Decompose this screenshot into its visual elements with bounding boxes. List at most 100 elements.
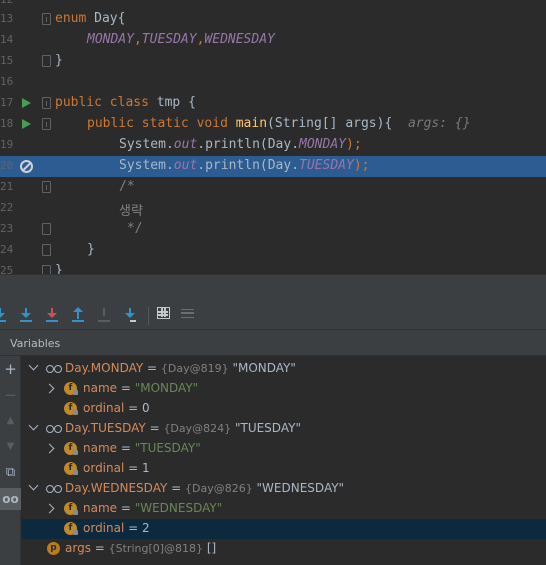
line-number: 18: [0, 117, 14, 130]
enum-constant-token: MONDAY: [299, 137, 346, 152]
code-token: System.: [119, 137, 174, 152]
fold-marker-icon[interactable]: [42, 181, 51, 193]
field-entry: name = "WEDNESDAY": [83, 501, 222, 515]
watch-glasses-icon: [46, 485, 62, 493]
expand-chevron-icon[interactable]: [28, 420, 39, 431]
field-value: 2: [142, 521, 150, 535]
run-class-icon[interactable]: [22, 98, 31, 108]
step-out-icon[interactable]: [70, 307, 86, 323]
fold-end-marker-icon[interactable]: [42, 55, 51, 67]
step-into-icon[interactable]: [18, 307, 34, 323]
field-row-selected[interactable]: f ordinal = 2: [22, 519, 546, 539]
add-watch-icon[interactable]: +: [0, 358, 21, 380]
lock-icon: [73, 530, 78, 535]
line-number: 13: [0, 12, 14, 25]
fold-marker-icon[interactable]: [42, 13, 51, 25]
punctuation-token: );: [346, 137, 362, 152]
code-token: (String[] args){: [267, 116, 393, 131]
line-number: 17: [0, 96, 14, 109]
lock-icon: [73, 450, 78, 455]
field-entry: name = "MONDAY": [83, 381, 198, 395]
remove-watch-icon[interactable]: −: [0, 384, 21, 406]
lock-icon: [73, 470, 78, 475]
expand-chevron-icon[interactable]: [28, 480, 39, 491]
line-number: 16: [0, 75, 14, 88]
show-watches-icon[interactable]: oo: [0, 488, 21, 510]
object-reference: {Day@824}: [163, 422, 232, 435]
code-text: public static void main(String[] args){ …: [87, 116, 471, 131]
keyword-token: enum: [55, 11, 87, 26]
watch-row[interactable]: Day.TUESDAY = {Day@824} "TUESDAY": [22, 419, 546, 439]
code-text: System.out.println(Day.MONDAY);: [119, 137, 362, 152]
field-value: "TUESDAY": [134, 441, 201, 455]
enum-constant-token: TUESDAY: [299, 158, 354, 173]
panel-divider[interactable]: [0, 274, 546, 302]
fold-end-marker-icon[interactable]: [42, 223, 51, 235]
run-to-cursor-icon[interactable]: [122, 307, 138, 323]
drop-frame-icon[interactable]: [96, 307, 112, 323]
keyword-token: public: [55, 95, 102, 110]
debugger-toolbar: [0, 302, 546, 329]
field-name: name: [83, 381, 118, 395]
line-number: 24: [0, 243, 14, 256]
line-number: 12: [0, 0, 13, 6]
field-name: ordinal: [83, 401, 125, 415]
line-number: 23: [0, 222, 14, 235]
field-row[interactable]: f name = "WEDNESDAY": [22, 499, 546, 519]
code-line: 18 public static void main(String[] args…: [0, 114, 546, 135]
code-text: enum Day{: [55, 11, 125, 26]
move-down-icon[interactable]: ▼: [0, 436, 21, 458]
breakpoint-disabled-icon[interactable]: [20, 160, 33, 173]
code-token: Day{: [86, 11, 126, 26]
field-entry: ordinal = 1: [83, 461, 150, 475]
copy-icon[interactable]: ⧉: [0, 462, 21, 484]
line-number: 14: [0, 33, 14, 46]
expand-chevron-icon[interactable]: [44, 503, 55, 514]
expand-chevron-icon[interactable]: [44, 443, 55, 454]
watch-row[interactable]: Day.MONDAY = {Day@819} "MONDAY": [22, 359, 546, 379]
expand-chevron-icon[interactable]: [28, 360, 39, 371]
run-main-icon[interactable]: [22, 119, 31, 129]
watch-entry: Day.TUESDAY = {Day@824} "TUESDAY": [65, 421, 301, 435]
line-number: 20: [0, 159, 14, 172]
field-row[interactable]: f name = "MONDAY": [22, 379, 546, 399]
inline-value-hint: args: {}: [407, 116, 471, 131]
code-text: }: [87, 242, 95, 257]
field-row[interactable]: f ordinal = 0: [22, 399, 546, 419]
field-row[interactable]: f name = "TUESDAY": [22, 439, 546, 459]
field-value: 0: [142, 401, 150, 415]
equals-sign: =: [117, 381, 135, 395]
fold-end-marker-icon[interactable]: [42, 265, 51, 274]
line-number: 22: [0, 201, 14, 214]
variables-tree: Day.MONDAY = {Day@819} "MONDAY" f name =…: [22, 357, 546, 565]
code-editor[interactable]: 12 13 enum Day{ 14 MONDAY,TUESDAY,WEDNES…: [0, 0, 546, 274]
equals-sign: =: [145, 421, 164, 435]
code-token: .println(Day.: [197, 137, 300, 152]
expand-chevron-icon[interactable]: [44, 383, 55, 394]
object-reference: {Day@826}: [185, 482, 253, 495]
move-up-icon[interactable]: ▲: [0, 410, 21, 432]
parameter-row[interactable]: p args = {String[0]@818} []: [22, 539, 546, 559]
fold-marker-icon[interactable]: [42, 97, 51, 109]
field-row[interactable]: f ordinal = 1: [22, 459, 546, 479]
variable-value: "WEDNESDAY": [252, 481, 345, 495]
code-line: 14 MONDAY,TUESDAY,WEDNESDAY: [0, 30, 546, 51]
method-token: main: [235, 116, 268, 131]
fold-end-marker-icon[interactable]: [42, 244, 51, 256]
watch-glasses-icon: [46, 425, 62, 433]
step-over-icon[interactable]: [0, 307, 8, 323]
parameter-icon: p: [47, 542, 60, 555]
code-line: 13 enum Day{: [0, 9, 546, 30]
field-name: ordinal: [83, 461, 125, 475]
variable-name: Day.TUESDAY: [65, 421, 146, 435]
keyword-token: class: [109, 95, 149, 110]
code-text: MONDAY,TUESDAY,WEDNESDAY: [87, 32, 275, 47]
watch-row[interactable]: Day.WEDNESDAY = {Day@826} "WEDNESDAY": [22, 479, 546, 499]
trace-stream-icon[interactable]: [181, 309, 194, 318]
equals-sign: =: [124, 461, 142, 475]
evaluate-expression-icon[interactable]: [157, 307, 170, 319]
code-line: 15 }: [0, 51, 546, 72]
force-step-into-icon[interactable]: [44, 307, 60, 323]
fold-marker-icon[interactable]: [42, 118, 51, 130]
field-entry: ordinal = 0: [83, 401, 150, 415]
